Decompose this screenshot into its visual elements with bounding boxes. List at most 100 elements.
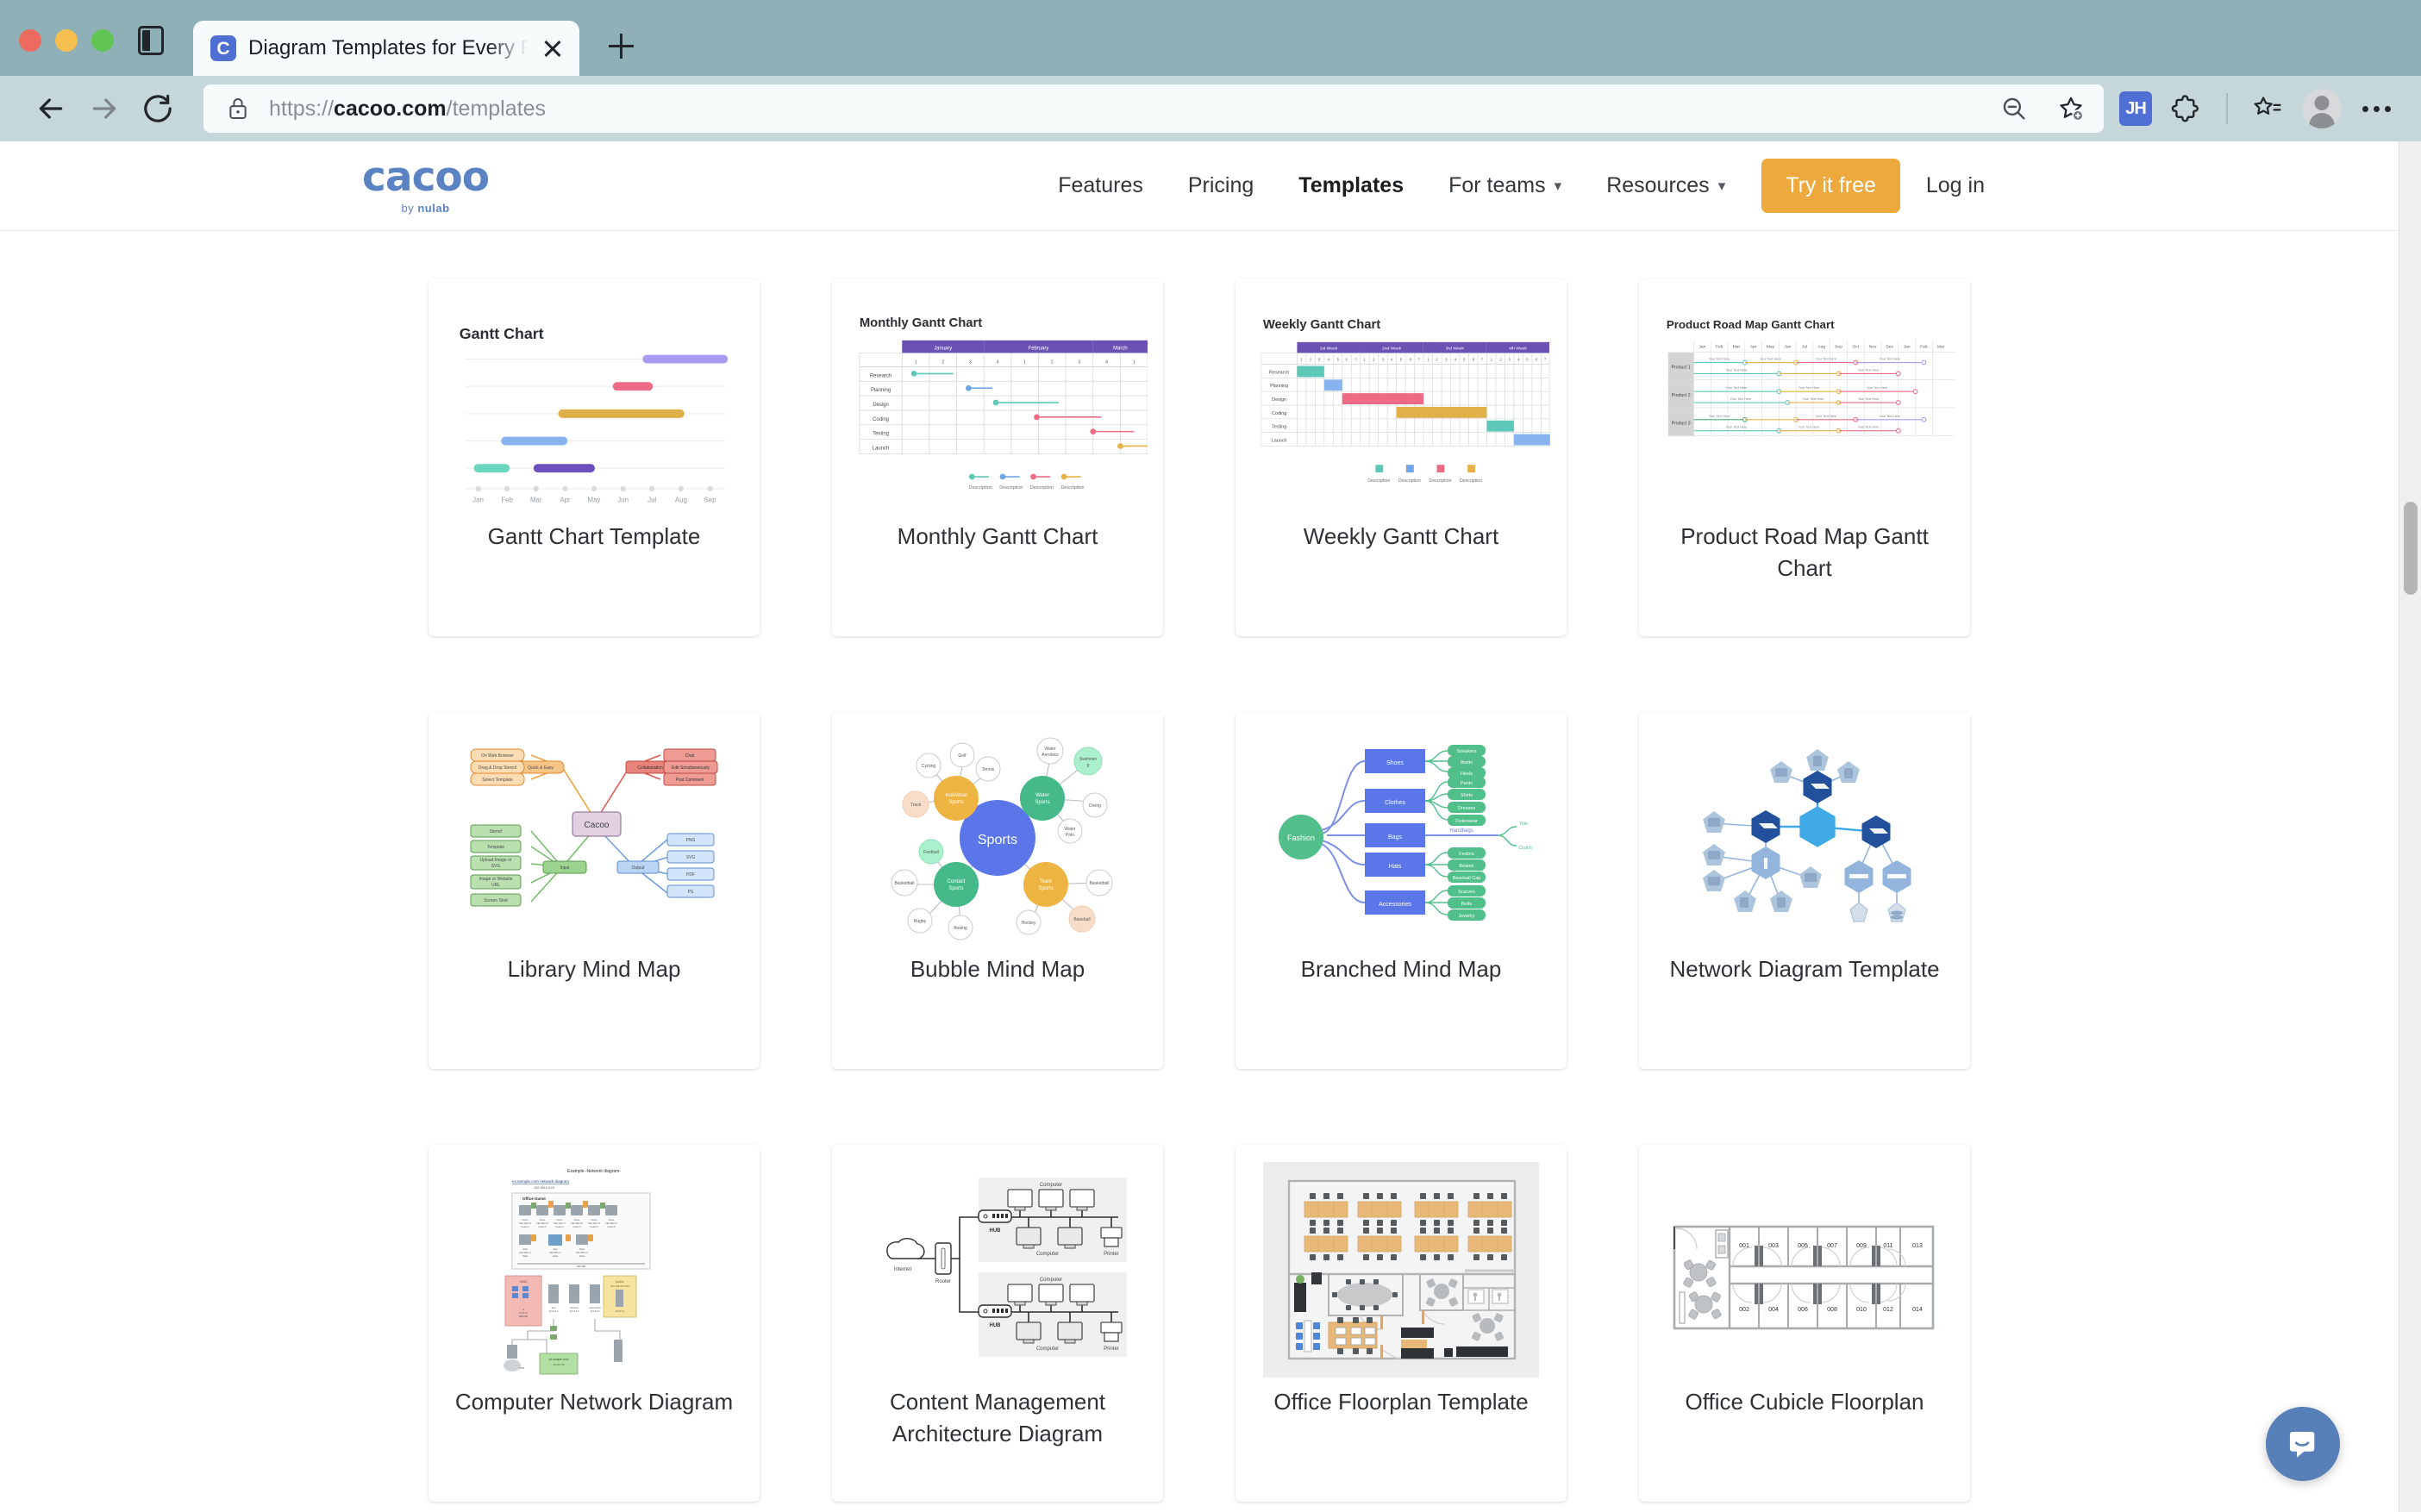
branched-mindmap-thumbnail: Handbags Fashion Shoes Clothes Bags Hats… [1251, 724, 1551, 950]
svg-text:Jan: Jan [472, 497, 484, 504]
logo-wordmark: cacoo [362, 153, 490, 201]
template-card-cms-architecture[interactable]: Computer Computer Internet Router HUB HU… [832, 1145, 1163, 1502]
svg-text:3: 3 [1508, 358, 1511, 362]
template-label: Office Floorplan Template [1273, 1389, 1529, 1415]
svg-text:Jun: Jun [617, 497, 629, 504]
svg-text:Beanie: Beanie [1459, 864, 1473, 869]
svg-text:4th Week: 4th Week [1509, 347, 1527, 352]
svg-text:Design: Design [873, 403, 888, 408]
svg-text:Design: Design [1272, 397, 1286, 403]
template-card-bubble-mindmap[interactable]: Sports Individual Sports Water Sports Cont… [832, 712, 1163, 1069]
reload-icon[interactable] [131, 82, 185, 135]
svg-text:ex.sample.com: ex.sample.com [549, 1358, 569, 1361]
sidebar-toggle-icon[interactable] [138, 26, 164, 55]
svg-text:May: May [588, 497, 601, 504]
zoom-out-icon[interactable] [1993, 88, 2035, 129]
template-card-gantt-chart[interactable]: Gantt Chart Jan Feb Mar Apr May Jun Jul … [429, 279, 760, 636]
svg-text:2: 2 [1499, 358, 1502, 362]
tab-title: Diagram Templates for Every P [248, 36, 528, 59]
page-scrollbar-thumb[interactable] [2404, 502, 2418, 595]
minimize-window-button[interactable] [55, 29, 78, 52]
template-card-library-mindmap[interactable]: Cacoo Quick & Easy On Web Browser Drag &… [429, 712, 760, 1069]
cacoo-logo[interactable]: cacoo by nulab [362, 153, 490, 215]
svg-text:3: 3 [1382, 358, 1385, 362]
svg-text:Coding: Coding [1272, 411, 1286, 416]
log-in-link[interactable]: Log in [1914, 173, 1985, 198]
svg-text:Water: Water [1064, 827, 1075, 832]
svg-text:Tennis: Tennis [982, 767, 995, 772]
svg-text:public: public [616, 1280, 624, 1284]
svg-text:Sports: Sports [1035, 800, 1049, 805]
svg-text:Product Road Map Gantt Chart: Product Road Map Gantt Chart [1667, 318, 1835, 331]
nav-item-pricing[interactable]: Pricing [1166, 173, 1276, 198]
nav-item-resources[interactable]: Resources ▾ [1584, 173, 1748, 198]
nav-item-features[interactable]: Features [1035, 173, 1166, 198]
svg-text:6: 6 [1473, 358, 1475, 362]
svg-text:Post Comment: Post Comment [675, 778, 704, 783]
svg-text:10.10.2.4: 10.10.2.4 [549, 1309, 559, 1313]
template-card-office-floorplan[interactable]: Office Floorplan Template [1236, 1145, 1567, 1502]
template-card-network-diagram[interactable]: Network Diagram Template [1639, 712, 1970, 1069]
svg-text:Computer: Computer [1040, 1278, 1062, 1283]
more-settings-icon[interactable] [2355, 105, 2397, 112]
extensions-puzzle-icon[interactable] [2166, 88, 2207, 129]
template-card-weekly-gantt[interactable]: Weekly Gantt Chart 1st Week 2nd Week 3rd … [1236, 279, 1567, 636]
close-window-button[interactable] [19, 29, 41, 52]
page-scrollbar[interactable] [2399, 141, 2421, 1512]
svg-text:Jul: Jul [1802, 345, 1807, 350]
svg-text:Guest 1: Guest 1 [521, 1225, 529, 1228]
svg-text:6: 6 [1346, 358, 1348, 362]
svg-text:ex.sample.com network diagram: ex.sample.com network diagram [512, 1179, 569, 1184]
svg-text:Apr: Apr [560, 497, 571, 504]
svg-text:003: 003 [1768, 1243, 1779, 1249]
svg-text:Launch: Launch [873, 446, 889, 451]
svg-text:1st Week: 1st Week [1320, 347, 1338, 352]
profile-avatar-icon[interactable] [2302, 89, 2342, 128]
collections-icon[interactable] [2247, 88, 2288, 129]
svg-text:Input: Input [560, 865, 570, 871]
template-label: Network Diagram Template [1669, 956, 1940, 982]
template-card-computer-network[interactable]: Example -Network diagram- ex.sample.com … [429, 1145, 760, 1502]
svg-text:Monthly Gantt Chart: Monthly Gantt Chart [860, 316, 982, 330]
svg-text:5: 5 [1463, 358, 1466, 362]
intercom-chat-launcher[interactable] [2266, 1407, 2340, 1481]
svg-text:1: 1 [1363, 358, 1366, 362]
try-it-free-button[interactable]: Try it free [1761, 159, 1900, 213]
browser-tab[interactable]: C Diagram Templates for Every P [193, 21, 579, 76]
svg-text:Boots: Boots [1461, 760, 1473, 765]
svg-text:Your Text Here: Your Text Here [1880, 358, 1901, 361]
add-favorite-icon[interactable] [2050, 88, 2092, 129]
svg-text:192.168.1.7: 192.168.1.7 [554, 1221, 566, 1225]
svg-text:Your Text Here: Your Text Here [1880, 415, 1901, 418]
svg-text:Stencil: Stencil [489, 829, 502, 834]
svg-text:Aug: Aug [675, 497, 687, 504]
template-card-monthly-gantt[interactable]: Monthly Gantt Chart January February Mar… [832, 279, 1163, 636]
svg-text:Mar: Mar [1733, 345, 1741, 350]
svg-text:Computer: Computer [1036, 1346, 1059, 1352]
svg-text:3rd Week: 3rd Week [1446, 347, 1465, 352]
svg-text:4: 4 [1391, 358, 1393, 362]
forward-arrow-icon[interactable] [78, 82, 131, 135]
extension-jh-icon[interactable]: JH [2119, 91, 2152, 126]
svg-text:5: 5 [1526, 358, 1529, 362]
template-card-branched-mindmap[interactable]: Handbags Fashion Shoes Clothes Bags Hats… [1236, 712, 1567, 1069]
nav-item-for-teams[interactable]: For teams ▾ [1426, 173, 1584, 198]
back-arrow-icon[interactable] [24, 82, 78, 135]
new-tab-button[interactable] [595, 21, 647, 72]
nav-item-templates[interactable]: Templates [1276, 173, 1426, 198]
address-bar[interactable]: https://cacoo.com/templates [203, 84, 2104, 133]
browser-window: C Diagram Templates for Every P https://… [0, 0, 2421, 1512]
svg-text:001: 001 [1739, 1243, 1749, 1249]
svg-text:Description: Description [1429, 478, 1451, 484]
svg-text:Printer: Printer [1104, 1346, 1119, 1352]
template-card-office-cubicle[interactable]: 001 003 005 007 009 011 013 002 004 006 008 010 0… [1639, 1145, 1970, 1502]
svg-text:Your Text Here: Your Text Here [1726, 368, 1748, 372]
svg-text:Polo: Polo [1066, 833, 1074, 838]
svg-text:Clothes: Clothes [1385, 800, 1405, 806]
url-text: https://cacoo.com/templates [269, 96, 546, 121]
svg-text:Baseball: Baseball [1073, 917, 1090, 922]
svg-text:192.168: 192.168 [577, 1265, 586, 1268]
maximize-window-button[interactable] [91, 29, 114, 52]
template-card-roadmap-gantt[interactable]: Product Road Map Gantt Chart Jan Feb Mar… [1639, 279, 1970, 636]
close-icon[interactable] [540, 35, 566, 61]
